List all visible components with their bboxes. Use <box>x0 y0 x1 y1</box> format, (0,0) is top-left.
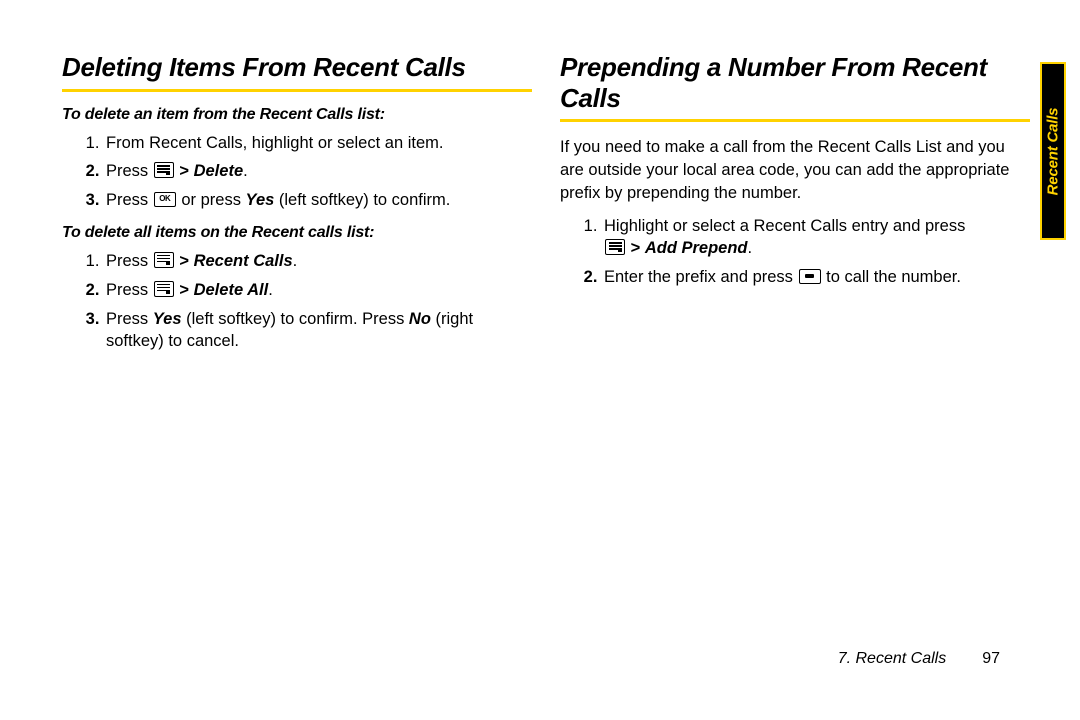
ok-key-icon <box>154 192 176 207</box>
steps-delete-item: From Recent Calls, highlight or select a… <box>62 132 532 212</box>
right-column: Prepending a Number From Recent Calls If… <box>560 52 1030 365</box>
heading-deleting: Deleting Items From Recent Calls <box>62 52 532 83</box>
yellow-rule <box>62 89 532 92</box>
yellow-rule <box>560 119 1030 122</box>
lead-delete-item: To delete an item from the Recent Calls … <box>62 106 532 124</box>
steps-delete-all: Press > Recent Calls. Press > Delete All… <box>62 250 532 353</box>
steps-prepend: Highlight or select a Recent Calls entry… <box>560 215 1030 289</box>
menu-key-icon <box>154 162 174 178</box>
side-tab: Recent Calls <box>1040 62 1066 240</box>
heading-prepending: Prepending a Number From Recent Calls <box>560 52 1030 113</box>
page-footer: 7. Recent Calls 97 <box>838 650 1000 668</box>
list-item: Press > Delete. <box>104 160 532 183</box>
list-item: Press Yes (left softkey) to confirm. Pre… <box>104 308 532 354</box>
list-item: Press or press Yes (left softkey) to con… <box>104 189 532 212</box>
list-item: Press > Recent Calls. <box>104 250 532 273</box>
intro-paragraph: If you need to make a call from the Rece… <box>560 136 1030 204</box>
menu-key-icon <box>154 281 174 297</box>
side-tab-label: Recent Calls <box>1045 107 1062 195</box>
footer-section: 7. Recent Calls <box>838 650 947 667</box>
footer-page-number: 97 <box>982 650 1000 667</box>
menu-key-icon <box>154 252 174 268</box>
talk-key-icon <box>799 269 821 284</box>
left-column: Deleting Items From Recent Calls To dele… <box>62 52 532 365</box>
list-item: Highlight or select a Recent Calls entry… <box>602 215 1030 261</box>
lead-delete-all: To delete all items on the Recent calls … <box>62 224 532 242</box>
list-item: From Recent Calls, highlight or select a… <box>104 132 532 155</box>
list-item: Enter the prefix and press to call the n… <box>602 266 1030 289</box>
list-item: Press > Delete All. <box>104 279 532 302</box>
menu-key-icon <box>605 239 625 255</box>
